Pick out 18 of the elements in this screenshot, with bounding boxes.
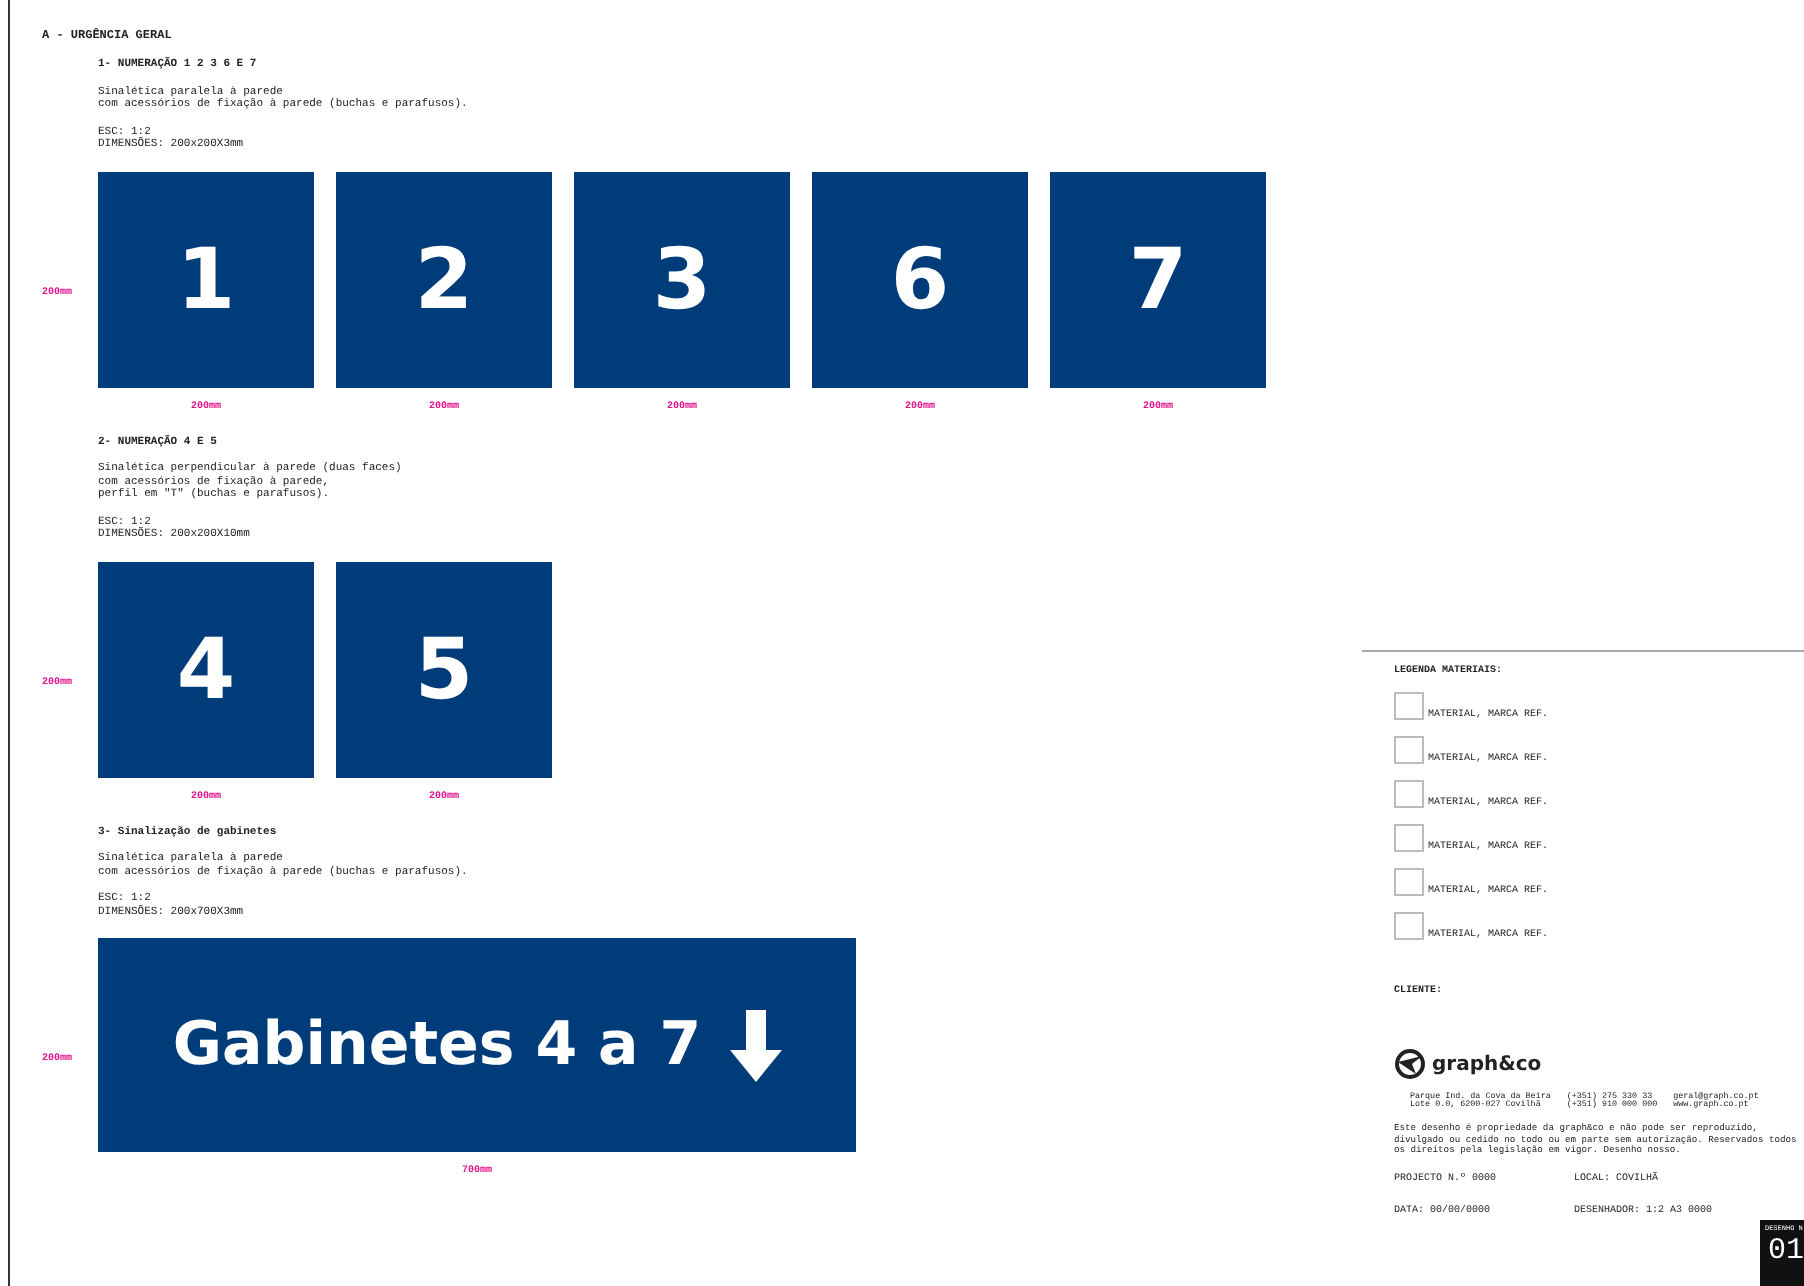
number-sign: 4	[98, 561, 314, 777]
logo-text: graph&co	[1432, 1053, 1542, 1075]
material-swatch	[1394, 780, 1424, 808]
material-swatch	[1394, 824, 1424, 852]
down-arrow-icon	[729, 1009, 782, 1081]
sign-text: Gabinetes 4 a 7	[172, 1010, 702, 1080]
drawing-number: 01	[1767, 1234, 1804, 1268]
number-sign: 6	[812, 171, 1028, 387]
number-sign: 2	[336, 171, 552, 387]
number-sign: 7	[1050, 171, 1266, 387]
number-sign: 3	[574, 171, 790, 387]
material-swatch	[1394, 912, 1424, 940]
material-swatch	[1394, 736, 1424, 764]
logo-icon	[1394, 1048, 1426, 1080]
number-sign: 1	[98, 171, 314, 387]
material-swatch	[1394, 868, 1424, 896]
number-sign: 5	[336, 561, 552, 777]
material-swatch	[1394, 692, 1424, 720]
